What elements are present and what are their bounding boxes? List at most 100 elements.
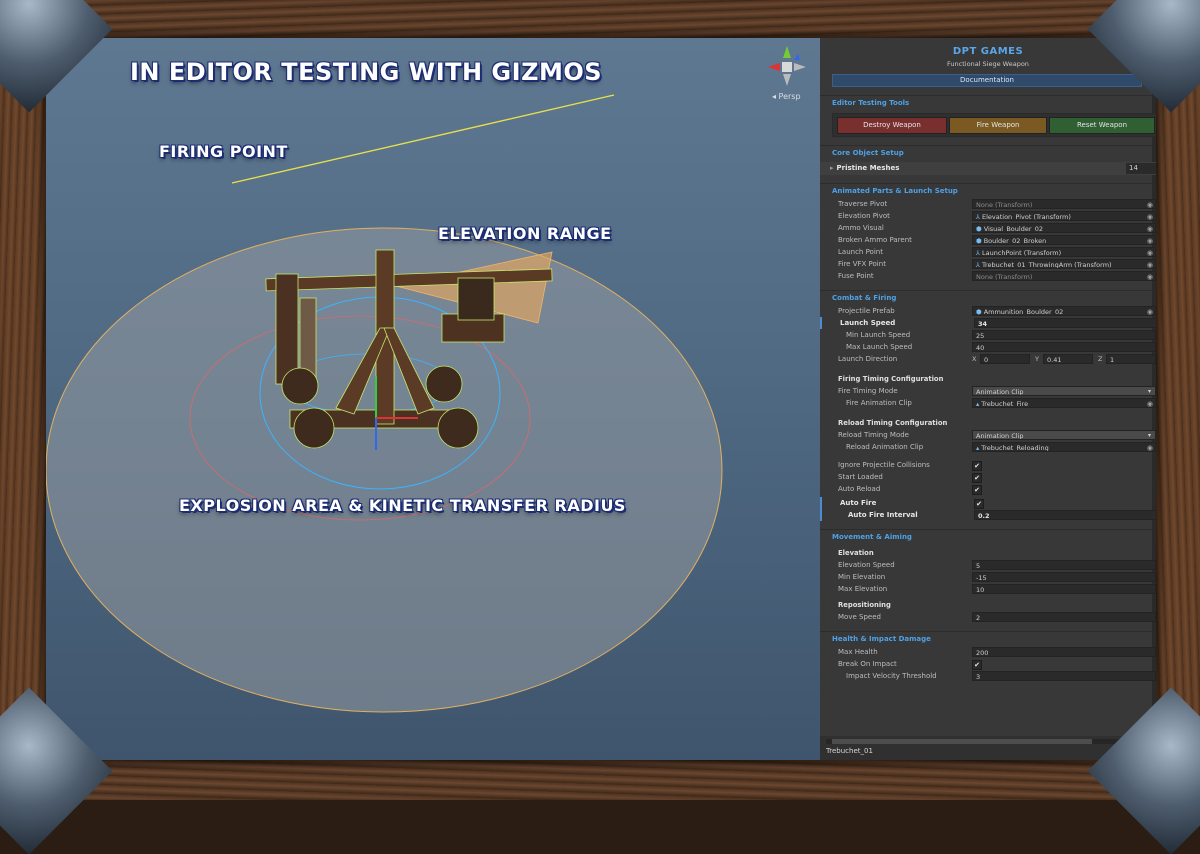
impact-velocity-field[interactable]: 3: [972, 671, 1156, 681]
field-label: Elevation Pivot: [838, 212, 890, 220]
animation-clip-icon: ▴: [976, 400, 980, 408]
pristine-meshes-foldout[interactable]: ▸ Pristine Meshes 14: [820, 162, 1156, 175]
elevation-pivot-field[interactable]: ⅄ Elevation_Pivot (Transform) ◉: [972, 211, 1156, 221]
object-picker-icon[interactable]: ◉: [1147, 307, 1153, 315]
section-movement: Movement & Aiming Elevation Elevation Sp…: [820, 529, 1156, 623]
min-elevation-field[interactable]: -15: [972, 572, 1156, 582]
field-label: Auto Fire: [840, 499, 877, 507]
field-label: Ammo Visual: [838, 224, 884, 232]
field-label: Break On Impact: [838, 660, 897, 668]
inspector-panel: DPT GAMES Functional Siege Weapon Docume…: [820, 38, 1156, 760]
reload-animation-clip-field[interactable]: ▴ Trebuchet_Reloading ◉: [972, 442, 1156, 452]
auto-fire-checkbox[interactable]: ✔: [974, 499, 984, 509]
field-value: Boulder_02_Broken: [983, 237, 1047, 245]
documentation-button[interactable]: Documentation: [832, 74, 1142, 87]
field-row: Ignore Projectile Collisions ✔: [820, 459, 1156, 471]
field-row: Auto Fire Interval 0.2: [820, 509, 1156, 521]
pristine-count-field[interactable]: 14: [1126, 163, 1156, 174]
launch-direction-y[interactable]: 0.41: [1043, 354, 1093, 364]
min-launch-speed-field[interactable]: 25: [972, 330, 1156, 340]
persp-toggle[interactable]: ◂ Persp: [772, 92, 801, 101]
field-row: Launch Speed 34: [820, 317, 1156, 329]
field-row: Impact Velocity Threshold 3: [820, 670, 1156, 682]
reload-timing-mode-dropdown[interactable]: Animation Clip ▾: [972, 430, 1156, 440]
elevation-speed-field[interactable]: 5: [972, 560, 1156, 570]
explosion-area-label: EXPLOSION AREA & KINETIC TRANSFER RADIUS: [179, 496, 626, 515]
field-value: Visual_Boulder_02: [983, 225, 1044, 233]
start-loaded-checkbox[interactable]: ✔: [972, 473, 982, 483]
object-picker-icon[interactable]: ◉: [1147, 248, 1153, 256]
prefab-icon: ⬢: [976, 308, 982, 316]
max-health-field[interactable]: 200: [972, 647, 1156, 657]
field-row: Launch Direction X 0 Y 0.41 Z 1: [820, 353, 1156, 365]
editor-tools-box: Destroy Weapon Fire Weapon Reset Weapon: [832, 113, 1156, 137]
field-value: None (Transform): [976, 273, 1033, 281]
scrollbar-thumb[interactable]: [832, 739, 1092, 744]
fire-animation-clip-field[interactable]: ▴ Trebuchet_Fire ◉: [972, 398, 1156, 408]
section-heading[interactable]: Health & Impact Damage: [820, 631, 1156, 646]
auto-fire-interval-field[interactable]: 0.2: [974, 510, 1156, 520]
traverse-pivot-field[interactable]: None (Transform) ◉: [972, 199, 1156, 209]
launch-direction-vector: X 0 Y 0.41 Z 1: [972, 354, 1156, 364]
section-heading[interactable]: Core Object Setup: [820, 145, 1156, 160]
firing-point-label: FIRING POINT: [159, 142, 288, 161]
auto-reload-checkbox[interactable]: ✔: [972, 485, 982, 495]
object-picker-icon[interactable]: ◉: [1147, 200, 1153, 208]
object-picker-icon[interactable]: ◉: [1147, 272, 1153, 280]
field-row: Elevation Speed 5: [820, 559, 1156, 571]
section-heading[interactable]: Movement & Aiming: [820, 529, 1156, 544]
object-picker-icon[interactable]: ◉: [1147, 443, 1153, 451]
break-on-impact-checkbox[interactable]: ✔: [972, 660, 982, 670]
section-heading[interactable]: Animated Parts & Launch Setup: [820, 183, 1156, 198]
fire-weapon-button[interactable]: Fire Weapon: [949, 117, 1047, 134]
group-label: Repositioning: [838, 601, 891, 609]
section-heading[interactable]: Combat & Firing: [820, 290, 1156, 305]
field-row: Max Health 200: [820, 646, 1156, 658]
scene-viewport[interactable]: IN EDITOR TESTING WITH GIZMOS FIRING POI…: [46, 38, 820, 760]
destroy-weapon-button[interactable]: Destroy Weapon: [837, 117, 947, 134]
prefab-icon: ⬢: [976, 225, 982, 233]
field-label: Max Launch Speed: [846, 343, 913, 351]
ammo-visual-field[interactable]: ⬢ Visual_Boulder_02 ◉: [972, 223, 1156, 233]
reset-weapon-button[interactable]: Reset Weapon: [1049, 117, 1155, 134]
launch-direction-z[interactable]: 1: [1106, 354, 1156, 364]
dropdown-arrow-icon: ▾: [1147, 388, 1151, 395]
frame-top: [0, 0, 1200, 38]
ignore-collisions-checkbox[interactable]: ✔: [972, 461, 982, 471]
field-value: Trebuchet_Reloading: [981, 444, 1049, 452]
field-label: Move Speed: [838, 613, 881, 621]
object-picker-icon[interactable]: ◉: [1147, 212, 1153, 220]
field-value: Trebuchet_01_ThrowingArm (Transform): [981, 261, 1112, 269]
launch-speed-field[interactable]: 34: [974, 318, 1156, 328]
dropdown-value: Animation Clip: [976, 388, 1024, 396]
max-elevation-field[interactable]: 10: [972, 584, 1156, 594]
field-row: Elevation Pivot ⅄ Elevation_Pivot (Transfo…: [820, 210, 1156, 222]
foldout-arrow-icon[interactable]: ▸: [830, 164, 834, 172]
broken-ammo-parent-field[interactable]: ⬢ Boulder_02_Broken ◉: [972, 235, 1156, 245]
fire-timing-mode-dropdown[interactable]: Animation Clip ▾: [972, 386, 1156, 396]
object-picker-icon[interactable]: ◉: [1147, 236, 1153, 244]
vector-z-label: Z: [1098, 355, 1103, 363]
fuse-point-field[interactable]: None (Transform) ◉: [972, 271, 1156, 281]
fire-vfx-point-field[interactable]: ⅄ Trebuchet_01_ThrowingArm (Transform) ◉: [972, 259, 1156, 269]
pristine-label: Pristine Meshes: [836, 164, 900, 172]
viewport-title: IN EDITOR TESTING WITH GIZMOS: [130, 58, 603, 86]
max-launch-speed-field[interactable]: 40: [972, 342, 1156, 352]
object-picker-icon[interactable]: ◉: [1147, 260, 1153, 268]
group-label: Elevation: [838, 549, 874, 557]
section-editor-tools: Editor Testing Tools Destroy Weapon Fire…: [820, 95, 1156, 137]
section-heading[interactable]: Editor Testing Tools: [820, 95, 1156, 110]
launch-direction-x[interactable]: 0: [980, 354, 1030, 364]
field-row: Fuse Point None (Transform) ◉: [820, 270, 1156, 282]
move-speed-field[interactable]: 2: [972, 612, 1156, 622]
launch-point-field[interactable]: ⅄ LaunchPoint (Transform) ◉: [972, 247, 1156, 257]
field-label: Auto Reload: [838, 485, 881, 493]
field-row: Min Launch Speed 25: [820, 329, 1156, 341]
field-label: Elevation Speed: [838, 561, 895, 569]
object-picker-icon[interactable]: ◉: [1147, 399, 1153, 407]
field-label: Ignore Projectile Collisions: [838, 461, 930, 469]
projectile-prefab-field[interactable]: ⬢ Ammunition_Boulder_02 ◉: [972, 306, 1156, 316]
horizontal-scrollbar[interactable]: [826, 739, 1126, 744]
object-picker-icon[interactable]: ◉: [1147, 224, 1153, 232]
prefab-icon: ⬢: [976, 237, 982, 245]
